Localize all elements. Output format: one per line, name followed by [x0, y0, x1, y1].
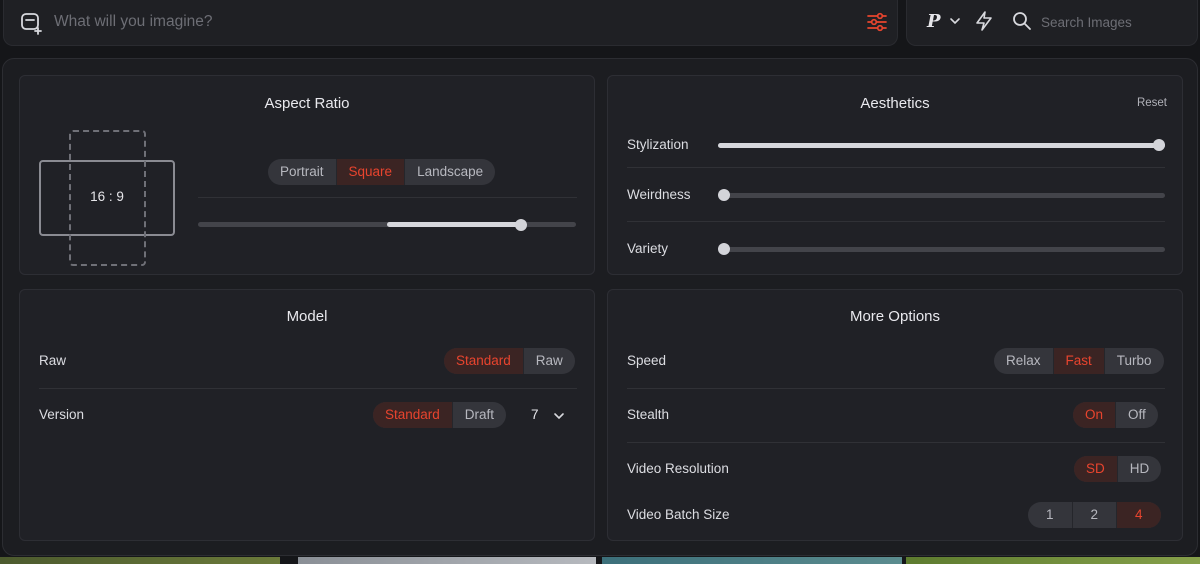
video-resolution-sd[interactable]: SD [1074, 456, 1117, 482]
raw-option-raw[interactable]: Raw [522, 348, 575, 374]
video-resolution-label: Video Resolution [627, 461, 729, 476]
orientation-portrait[interactable]: Portrait [268, 159, 336, 185]
settings-panel: Aspect Ratio 16 : 9 Portrait Square Land… [2, 58, 1198, 556]
orientation-landscape[interactable]: Landscape [404, 159, 495, 185]
speed-label: Speed [627, 353, 667, 368]
version-select[interactable]: 7 [531, 407, 539, 422]
prompt-input[interactable] [54, 11, 844, 33]
aspect-ratio-card: Aspect Ratio 16 : 9 Portrait Square Land… [19, 75, 595, 275]
chevron-down-icon[interactable] [949, 15, 961, 27]
divider [198, 197, 577, 198]
stealth-label: Stealth [627, 407, 670, 422]
divider [627, 388, 1165, 389]
raw-label: Raw [39, 353, 67, 368]
stylization-handle[interactable] [1153, 139, 1165, 151]
aspect-ratio-value: 16 : 9 [90, 189, 124, 204]
variety-slider[interactable] [718, 247, 1165, 252]
stealth-toggle: On Off [1073, 402, 1158, 428]
version-option-standard[interactable]: Standard [373, 402, 452, 428]
divider [627, 442, 1165, 443]
raw-mode-toggle: Standard Raw [444, 348, 575, 374]
stealth-option-off[interactable]: Off [1115, 402, 1158, 428]
divider [39, 388, 577, 389]
raw-option-standard[interactable]: Standard [444, 348, 523, 374]
divider [627, 221, 1165, 222]
version-label: Version [39, 407, 85, 422]
reset-button[interactable]: Reset [1137, 97, 1167, 109]
speed-option-relax[interactable]: Relax [994, 348, 1053, 374]
search-images-input[interactable] [1041, 12, 1181, 32]
weirdness-label: Weirdness [627, 187, 691, 202]
version-option-draft[interactable]: Draft [451, 402, 506, 428]
new-prompt-icon[interactable] [19, 11, 43, 35]
more-options-card: More Options Speed Relax Fast Turbo Stea… [607, 289, 1183, 541]
weirdness-slider[interactable] [718, 193, 1165, 198]
aesthetics-title: Aesthetics [860, 95, 930, 112]
image-thumbnail[interactable] [906, 557, 1200, 564]
stealth-option-on[interactable]: On [1073, 402, 1116, 428]
personalize-button[interactable]: P [927, 11, 941, 32]
aspect-slider-fill [387, 222, 523, 227]
aspect-ratio-title: Aspect Ratio [264, 95, 350, 112]
video-resolution-toggle: SD HD [1074, 456, 1162, 482]
tool-bar: P [906, 0, 1198, 46]
settings-sliders-icon[interactable] [865, 10, 889, 34]
stylization-slider[interactable] [718, 143, 1165, 148]
model-title: Model [286, 308, 328, 325]
video-resolution-hd[interactable]: HD [1116, 456, 1162, 482]
batch-size-1[interactable]: 1 [1028, 502, 1072, 528]
batch-size-4[interactable]: 4 [1116, 502, 1161, 528]
prompt-bar [3, 0, 898, 46]
stylization-label: Stylization [627, 137, 689, 152]
weirdness-handle[interactable] [718, 189, 730, 201]
bolt-icon[interactable] [974, 10, 994, 32]
image-thumbnail[interactable] [298, 557, 596, 564]
version-mode-toggle: Standard Draft [373, 402, 507, 428]
variety-handle[interactable] [718, 243, 730, 255]
divider [627, 167, 1165, 168]
video-batch-size-label: Video Batch Size [627, 507, 730, 522]
version-chevron-down-icon[interactable] [553, 410, 565, 422]
orientation-toggle: Portrait Square Landscape [268, 159, 496, 185]
batch-size-2[interactable]: 2 [1071, 502, 1117, 528]
variety-label: Variety [627, 241, 669, 256]
aesthetics-card: Aesthetics Reset Stylization Weirdness V… [607, 75, 1183, 275]
image-thumbnail[interactable] [602, 557, 902, 564]
orientation-square[interactable]: Square [335, 159, 405, 185]
image-thumbnail[interactable] [0, 557, 280, 564]
speed-option-fast[interactable]: Fast [1052, 348, 1104, 374]
search-icon [1013, 12, 1031, 30]
speed-toggle: Relax Fast Turbo [994, 348, 1164, 374]
stylization-fill [718, 143, 1165, 148]
aspect-slider-handle[interactable] [515, 219, 527, 231]
speed-option-turbo[interactable]: Turbo [1103, 348, 1164, 374]
video-batch-size-toggle: 1 2 4 [1028, 502, 1161, 528]
model-card: Model Raw Standard Raw Version Standard … [19, 289, 595, 541]
more-options-title: More Options [849, 308, 941, 325]
